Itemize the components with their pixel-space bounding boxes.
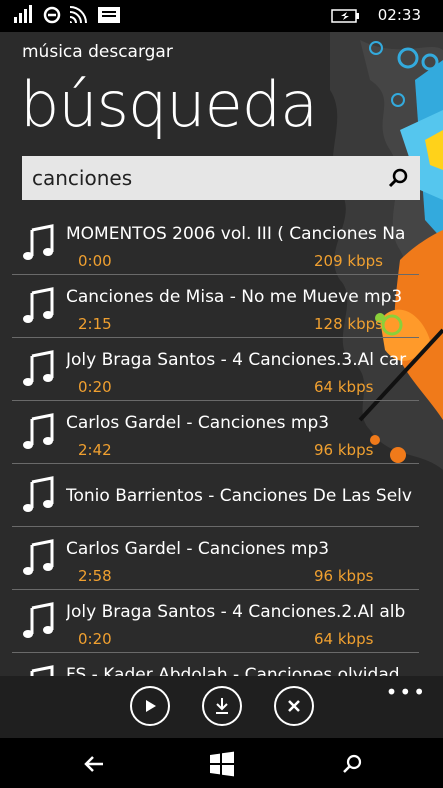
search-icon xyxy=(388,168,408,188)
result-item[interactable]: Canciones de Misa - No me Mueve mp3 2:15… xyxy=(12,275,419,338)
result-title: MOMENTOS 2006 vol. III ( Canciones Na xyxy=(66,224,406,244)
result-title: Joly Braga Santos - 4 Canciones.2.Al alb xyxy=(66,602,406,622)
play-icon xyxy=(146,700,156,712)
battery-icon xyxy=(331,8,361,28)
music-note-icon xyxy=(23,539,54,575)
music-note-icon xyxy=(23,413,54,449)
result-bitrate: 64 kbps xyxy=(314,630,374,648)
cancel-button[interactable] xyxy=(274,686,314,726)
result-bitrate: 64 kbps xyxy=(314,378,374,396)
sync-icon xyxy=(43,6,61,24)
result-duration: 0:20 xyxy=(78,630,112,648)
results-list: MOMENTOS 2006 vol. III ( Canciones Na 0:… xyxy=(0,212,443,676)
result-duration: 0:20 xyxy=(78,378,112,396)
search-icon xyxy=(343,754,362,773)
result-item[interactable]: MOMENTOS 2006 vol. III ( Canciones Na 0:… xyxy=(12,212,419,275)
result-title: Canciones de Misa - No me Mueve mp3 xyxy=(66,287,403,307)
music-note-icon xyxy=(23,602,54,638)
back-button[interactable] xyxy=(80,750,108,778)
app-bar: ••• xyxy=(0,676,443,738)
search-input[interactable] xyxy=(22,156,372,200)
download-icon xyxy=(216,698,228,714)
app-title: música descargar xyxy=(22,42,173,62)
result-item[interactable]: Carlos Gardel - Canciones mp3 2:42 96 kb… xyxy=(12,401,419,464)
result-item[interactable]: Joly Braga Santos - 4 Canciones.3.Al car… xyxy=(12,338,419,401)
result-title: Joly Braga Santos - 4 Canciones.3.Al car xyxy=(66,350,407,370)
result-title: Tonio Barrientos - Canciones De Las Selv xyxy=(66,486,412,506)
music-note-icon xyxy=(23,224,54,260)
result-bitrate: 128 kbps xyxy=(314,315,383,333)
system-search-button[interactable] xyxy=(338,750,366,778)
result-bitrate: 96 kbps xyxy=(314,441,374,459)
result-item[interactable]: FS - Kader Abdolah - Canciones olvidad xyxy=(12,653,419,676)
result-duration: 0:00 xyxy=(78,252,112,270)
result-title: Carlos Gardel - Canciones mp3 xyxy=(66,413,330,433)
close-icon xyxy=(288,700,300,712)
result-item[interactable]: Joly Braga Santos - 4 Canciones.2.Al alb… xyxy=(12,590,419,653)
result-title: Carlos Gardel - Canciones mp3 xyxy=(66,539,330,559)
navigation-bar xyxy=(0,738,443,788)
status-icons xyxy=(14,5,144,29)
result-duration: 2:15 xyxy=(78,315,112,333)
result-item[interactable]: Tonio Barrientos - Canciones De Las Selv xyxy=(12,464,419,527)
play-button[interactable] xyxy=(130,686,170,726)
music-note-icon xyxy=(23,476,54,512)
result-bitrate: 209 kbps xyxy=(314,252,383,270)
music-note-icon xyxy=(23,287,54,323)
music-note-icon xyxy=(23,350,54,386)
status-bar: 02:33 xyxy=(0,0,443,32)
music-note-icon xyxy=(30,665,54,676)
wifi-icon xyxy=(69,6,87,24)
status-time: 02:33 xyxy=(377,6,421,24)
back-icon xyxy=(84,756,103,772)
result-duration: 2:42 xyxy=(78,441,112,459)
search-box xyxy=(22,156,420,200)
search-button[interactable] xyxy=(376,156,420,200)
result-item[interactable]: Carlos Gardel - Canciones mp3 2:58 96 kb… xyxy=(12,527,419,590)
windows-icon xyxy=(210,751,234,777)
result-title: FS - Kader Abdolah - Canciones olvidad xyxy=(66,665,400,676)
message-icon xyxy=(98,7,120,23)
start-button[interactable] xyxy=(208,750,236,778)
page-title: búsqueda xyxy=(20,68,318,141)
more-button[interactable]: ••• xyxy=(386,680,427,704)
download-button[interactable] xyxy=(202,686,242,726)
result-bitrate: 96 kbps xyxy=(314,567,374,585)
result-duration: 2:58 xyxy=(78,567,112,585)
signal-icon xyxy=(14,5,32,23)
